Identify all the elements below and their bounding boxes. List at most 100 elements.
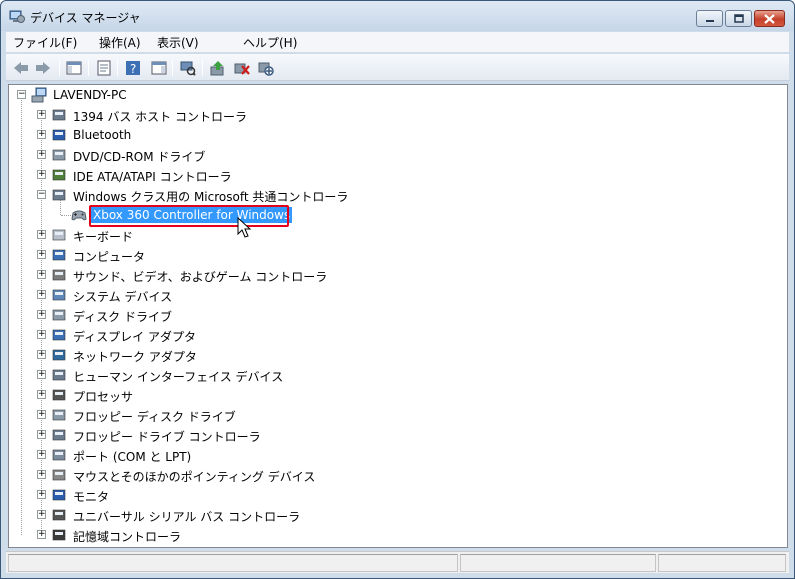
expand-icon[interactable]: + [37, 510, 46, 519]
device-tree[interactable]: − LAVENDY-PC +1394 バス ホスト コントローラ + Bluetoo… [8, 84, 788, 548]
expand-icon[interactable]: + [37, 370, 46, 379]
menu-bar: ファイル(F) 操作(A) 表示(V) ヘルプ(H) [6, 32, 789, 52]
properties-icon [97, 60, 111, 76]
properties-button[interactable] [94, 58, 114, 78]
tree-category[interactable]: + ユニバーサル シリアル バス コントローラ [9, 505, 787, 525]
expand-icon[interactable]: + [37, 310, 46, 319]
help-icon: ? [126, 61, 140, 76]
tree-category[interactable]: + システム デバイス [9, 285, 787, 305]
tree-category-label: DVD/CD-ROM ドライブ [73, 150, 206, 164]
tree-category-label: 記憶域コントローラ [73, 530, 182, 544]
show-hide-console-tree-icon [66, 61, 82, 75]
tree-category[interactable]: + ディスプレイ アダプタ [9, 325, 787, 345]
device-manager-window: デバイス マネージャ ファイル(F) 操作(A) 表示(V) ヘルプ(H) ? … [0, 0, 795, 579]
maximize-button[interactable] [725, 10, 752, 27]
tree-category[interactable]: + マウスとそのほかのポインティング デバイス [9, 465, 787, 485]
collapse-icon[interactable]: − [17, 90, 26, 99]
expand-icon[interactable]: + [37, 490, 46, 499]
tree-category[interactable]: + プロセッサ [9, 385, 787, 405]
expand-icon[interactable]: + [37, 530, 46, 539]
tree-category[interactable]: + ヒューマン インターフェイス デバイス [9, 365, 787, 385]
show-hide-console-tree-button[interactable] [64, 58, 84, 78]
tree-category[interactable]: + フロッピー ディスク ドライブ [9, 405, 787, 425]
tree-category[interactable]: + IDE ATA/ATAPI コントローラ [9, 165, 787, 185]
menu-help[interactable]: ヘルプ(H) [243, 34, 297, 51]
help-button[interactable]: ? [123, 58, 143, 78]
tree-category-label: キーボード [73, 230, 134, 244]
tree-category[interactable]: + コンピュータ [9, 245, 787, 265]
update-driver-button[interactable] [208, 58, 228, 78]
show-action-pane-button[interactable] [149, 58, 169, 78]
tree-category-label: プロセッサ [73, 390, 134, 404]
tree-category[interactable]: + モニタ [9, 485, 787, 505]
hid-icon [52, 369, 66, 381]
tree-category[interactable]: + サウンド、ビデオ、およびゲーム コントローラ [9, 265, 787, 285]
status-cell-1 [8, 554, 458, 572]
expand-icon[interactable]: + [37, 470, 46, 479]
tree-category[interactable]: + フロッピー ドライブ コントローラ [9, 425, 787, 445]
scan-hardware-icon [180, 61, 196, 76]
show-action-pane-icon [151, 61, 167, 75]
title-bar[interactable]: デバイス マネージャ [1, 1, 794, 31]
scan-hardware-button[interactable] [178, 58, 198, 78]
disk-drive-icon [52, 309, 66, 321]
svg-text:?: ? [130, 62, 136, 76]
expand-icon[interactable]: + [37, 130, 46, 139]
computer-icon [52, 249, 66, 261]
expand-icon[interactable]: + [37, 290, 46, 299]
tree-category-label: マウスとそのほかのポインティング デバイス [73, 470, 316, 484]
tree-category[interactable]: + Bluetooth [9, 125, 787, 145]
tree-category[interactable]: + ポート (COM と LPT) [9, 445, 787, 465]
tree-category-label: 1394 バス ホスト コントローラ [73, 110, 247, 124]
keyboard-icon [52, 229, 66, 241]
computer-icon [31, 87, 47, 103]
minimize-icon [705, 19, 714, 22]
expand-icon[interactable]: + [37, 250, 46, 259]
tree-category[interactable]: + 記憶域コントローラ [9, 525, 787, 545]
bluetooth-icon [52, 129, 66, 141]
uninstall-button[interactable] [232, 58, 252, 78]
minimize-button[interactable] [696, 10, 723, 27]
status-cell-2 [460, 554, 656, 572]
tree-category[interactable]: + キーボード [9, 225, 787, 245]
tree-category[interactable]: + DVD/CD-ROM ドライブ [9, 145, 787, 165]
expand-icon[interactable]: + [37, 410, 46, 419]
tree-category-label: システム デバイス [73, 290, 173, 304]
expand-icon[interactable]: + [37, 150, 46, 159]
forward-icon [36, 62, 50, 74]
expand-icon[interactable]: + [37, 390, 46, 399]
disable-icon [258, 62, 274, 76]
disable-button[interactable] [256, 58, 276, 78]
sound-icon [52, 269, 66, 281]
system-device-icon [52, 289, 66, 301]
expand-icon[interactable]: + [37, 110, 46, 119]
tree-category-label: サウンド、ビデオ、およびゲーム コントローラ [73, 270, 328, 284]
menu-action[interactable]: 操作(A) [99, 34, 141, 51]
close-button[interactable] [754, 10, 785, 27]
dvd-drive-icon [52, 149, 66, 161]
monitor-icon [52, 489, 66, 501]
menu-file[interactable]: ファイル(F) [13, 34, 77, 51]
collapse-icon[interactable]: − [37, 190, 46, 199]
expand-icon[interactable]: + [37, 270, 46, 279]
tree-category[interactable]: + ネットワーク アダプタ [9, 345, 787, 365]
tree-category[interactable]: + ディスク ドライブ [9, 305, 787, 325]
tree-category[interactable]: +1394 バス ホスト コントローラ [9, 105, 787, 125]
back-button[interactable] [11, 58, 31, 78]
expand-icon[interactable]: + [37, 330, 46, 339]
expand-icon[interactable]: + [37, 350, 46, 359]
tree-category-label: ネットワーク アダプタ [73, 350, 197, 364]
expand-icon[interactable]: + [37, 230, 46, 239]
menu-view[interactable]: 表示(V) [157, 34, 199, 51]
ieee1394-icon [52, 109, 66, 121]
forward-button[interactable] [33, 58, 53, 78]
tree-category[interactable]: − Windows クラス用の Microsoft 共通コントローラ [9, 185, 787, 205]
usb-controller-icon [52, 189, 66, 201]
display-adapter-icon [52, 329, 66, 341]
expand-icon[interactable]: + [37, 450, 46, 459]
uninstall-icon [234, 63, 250, 75]
tree-category-label: IDE ATA/ATAPI コントローラ [73, 170, 232, 184]
tree-root[interactable]: − LAVENDY-PC [9, 85, 787, 105]
expand-icon[interactable]: + [37, 430, 46, 439]
expand-icon[interactable]: + [37, 170, 46, 179]
